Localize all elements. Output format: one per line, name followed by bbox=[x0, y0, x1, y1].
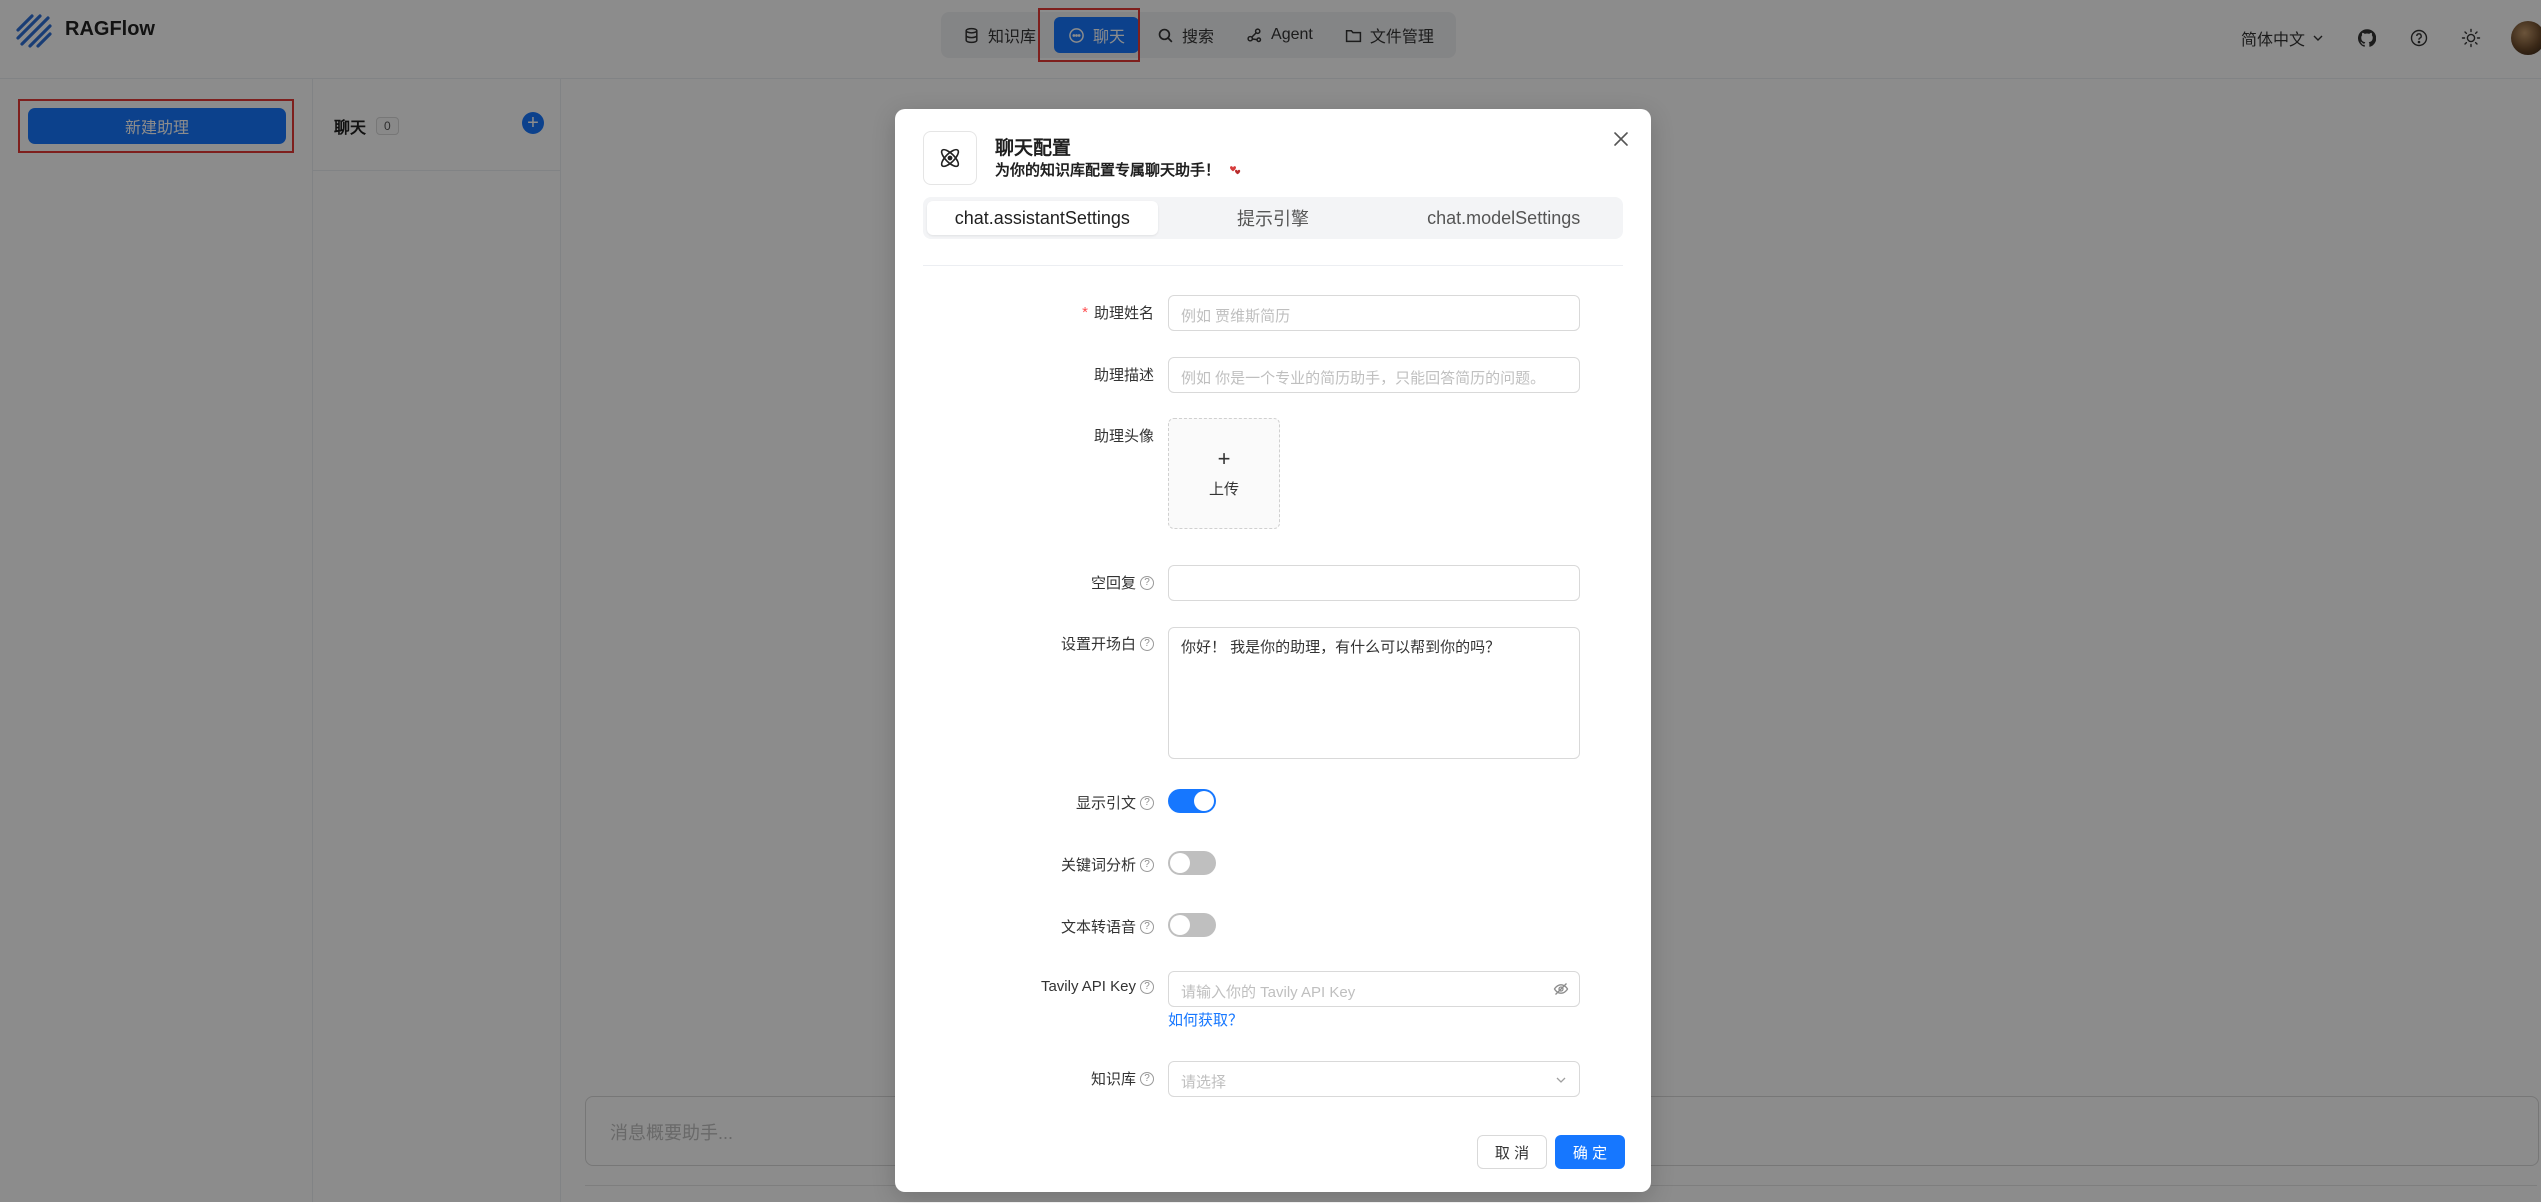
opener-label: 设置开场白 ? bbox=[1061, 633, 1154, 654]
label-text: 设置开场白 bbox=[1060, 636, 1136, 653]
knowledge-base-label: 知识库 ? bbox=[1091, 1068, 1154, 1089]
label-text: Tavily API Key bbox=[1040, 978, 1136, 995]
label-text: 助理姓名 bbox=[1093, 305, 1154, 322]
avatar-upload-button[interactable]: + 上传 bbox=[1168, 418, 1280, 529]
label-text: 助理描述 bbox=[1093, 367, 1154, 384]
tab-assistant-settings[interactable]: chat.assistantSettings bbox=[927, 201, 1158, 235]
assistant-avatar-label: 助理头像 bbox=[1094, 425, 1154, 446]
eye-off-icon[interactable] bbox=[1553, 981, 1569, 1002]
hearts-icon bbox=[1230, 165, 1241, 174]
tts-switch[interactable] bbox=[1168, 913, 1216, 937]
placeholder: 例如 贾维斯简历 bbox=[1181, 308, 1291, 325]
help-icon[interactable]: ? bbox=[1140, 1071, 1154, 1086]
help-icon[interactable]: ? bbox=[1140, 575, 1154, 590]
atom-icon bbox=[923, 131, 977, 185]
modal-subtitle: 为你的知识库配置专属聊天助手！ bbox=[995, 159, 1244, 180]
how-to-get-link[interactable]: 如何获取？ bbox=[1168, 1009, 1243, 1030]
close-icon[interactable] bbox=[1609, 127, 1633, 151]
label-text: 关键词分析 bbox=[1060, 857, 1136, 874]
upload-label: 上传 bbox=[1208, 481, 1239, 498]
modal-title: 聊天配置 bbox=[995, 138, 1072, 159]
label-text: 助理头像 bbox=[1093, 428, 1154, 445]
confirm-button[interactable]: 确 定 bbox=[1555, 1135, 1625, 1169]
assistant-desc-label: 助理描述 bbox=[1094, 364, 1154, 385]
label-text: 显示引文 bbox=[1075, 795, 1136, 812]
knowledge-base-select[interactable]: 请选择 bbox=[1168, 1061, 1580, 1097]
assistant-name-input[interactable]: 例如 贾维斯简历 bbox=[1168, 295, 1580, 331]
required-mark: * bbox=[1082, 304, 1088, 321]
divider bbox=[923, 265, 1623, 266]
assistant-name-label: * 助理姓名 bbox=[1082, 302, 1154, 323]
switch-knob bbox=[1170, 853, 1190, 873]
label-text: 知识库 bbox=[1090, 1071, 1136, 1088]
chat-config-modal: 聊天配置 为你的知识库配置专属聊天助手！ chat.assistantSetti… bbox=[895, 109, 1651, 1192]
modal-subtitle-text: 为你的知识库配置专属聊天助手！ bbox=[995, 162, 1221, 179]
placeholder: 请输入你的 Tavily API Key bbox=[1181, 984, 1356, 1001]
tab-model-settings[interactable]: chat.modelSettings bbox=[1388, 201, 1619, 235]
help-icon[interactable]: ? bbox=[1140, 979, 1154, 994]
opener-textarea[interactable]: 你好！ 我是你的助理，有什么可以帮到你的吗？ bbox=[1168, 627, 1580, 759]
chevron-down-icon bbox=[1555, 1073, 1567, 1091]
empty-response-input[interactable] bbox=[1168, 565, 1580, 601]
tavily-key-input[interactable]: 请输入你的 Tavily API Key bbox=[1168, 971, 1580, 1007]
tavily-key-label: Tavily API Key ? bbox=[1041, 978, 1154, 995]
switch-knob bbox=[1194, 791, 1214, 811]
label-text: 空回复 bbox=[1090, 575, 1136, 592]
switch-knob bbox=[1170, 915, 1190, 935]
keyword-analysis-switch[interactable] bbox=[1168, 851, 1216, 875]
help-icon[interactable]: ? bbox=[1140, 795, 1154, 810]
placeholder: 请选择 bbox=[1181, 1074, 1227, 1091]
placeholder: 例如 你是一个专业的简历助手，只能回答简历的问题。 bbox=[1181, 370, 1546, 387]
help-icon[interactable]: ? bbox=[1140, 636, 1154, 651]
cancel-button[interactable]: 取 消 bbox=[1477, 1135, 1547, 1169]
show-quote-label: 显示引文 ? bbox=[1076, 792, 1154, 813]
show-quote-switch[interactable] bbox=[1168, 789, 1216, 813]
label-text: 文本转语音 bbox=[1060, 919, 1136, 936]
empty-response-label: 空回复 ? bbox=[1091, 572, 1154, 593]
assistant-desc-input[interactable]: 例如 你是一个专业的简历助手，只能回答简历的问题。 bbox=[1168, 357, 1580, 393]
tts-label: 文本转语音 ? bbox=[1061, 916, 1154, 937]
help-icon[interactable]: ? bbox=[1140, 919, 1154, 934]
plus-icon: + bbox=[1217, 446, 1231, 471]
settings-tabs: chat.assistantSettings 提示引擎 chat.modelSe… bbox=[923, 197, 1623, 239]
textarea-value: 你好！ 我是你的助理，有什么可以帮到你的吗？ bbox=[1181, 639, 1501, 656]
help-icon[interactable]: ? bbox=[1140, 857, 1154, 872]
keyword-analysis-label: 关键词分析 ? bbox=[1061, 854, 1154, 875]
tab-prompt-engine[interactable]: 提示引擎 bbox=[1158, 201, 1389, 235]
